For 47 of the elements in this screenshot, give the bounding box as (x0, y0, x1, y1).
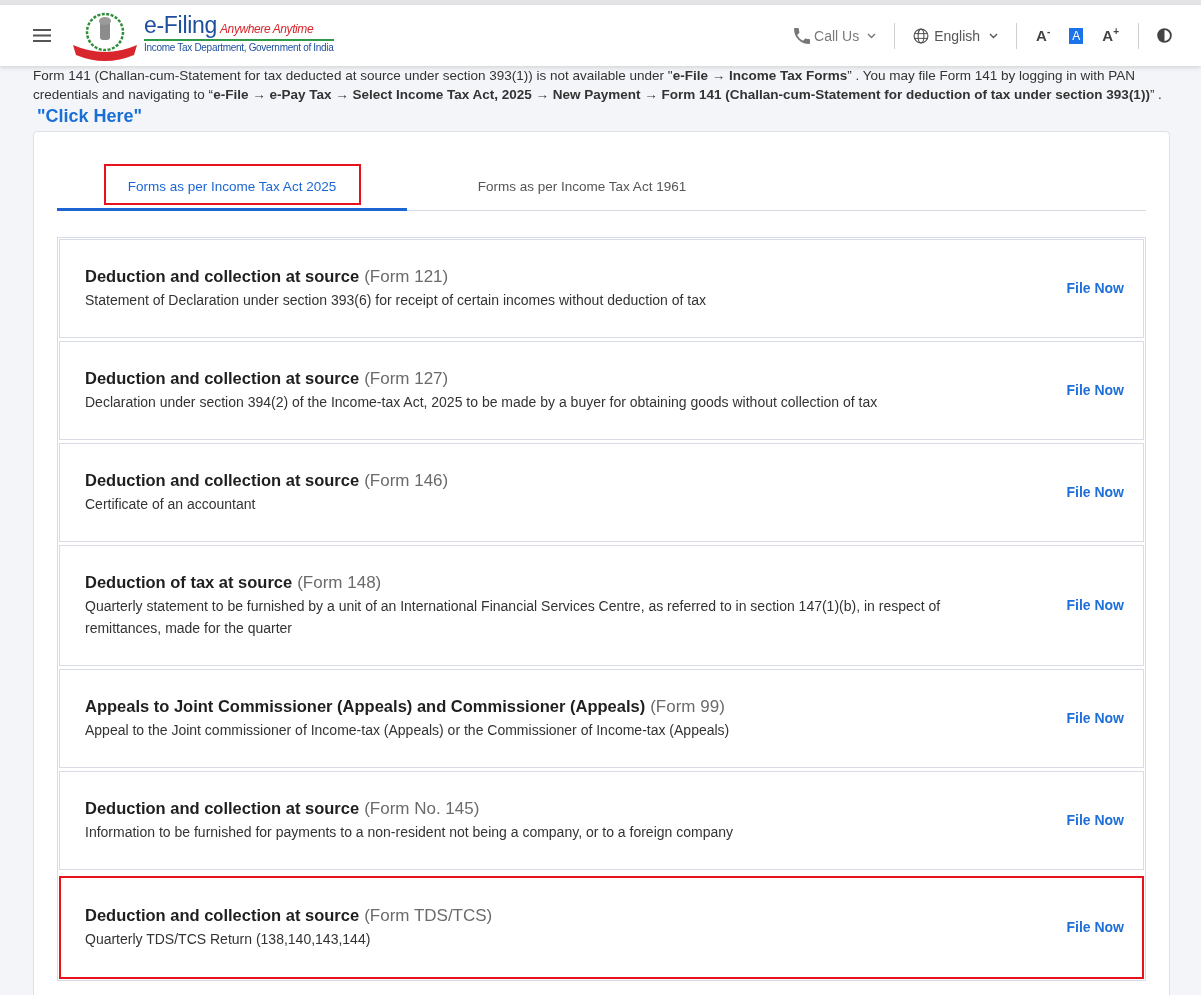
form-description: Quarterly TDS/TCS Return (138,140,143,144) (85, 930, 372, 949)
logo-subtitle: Income Tax Department, Government of India (144, 41, 334, 54)
form-title: Deduction of tax at source (85, 572, 293, 593)
form-title: Appeals to Joint Commissioner (Appeals) and Commissioner (Appeals) (85, 696, 646, 717)
file-now-link[interactable]: File Now (1066, 382, 1124, 398)
file-now-link[interactable]: File Now (1066, 280, 1124, 296)
call-us-button[interactable]: Call Us (794, 27, 877, 44)
menu-icon[interactable] (33, 29, 51, 42)
tab[interactable]: Forms as per Income Tax Act 1961 (407, 164, 757, 211)
form-title: Deduction and collection at source (85, 470, 360, 491)
form-description: Declaration under section 394(2) of the Income-tax Act, 2025 to be made by a buyer for obtaining goods without collection of tax (85, 393, 879, 412)
form-title: Deduction and collection at source (85, 266, 360, 287)
globe-icon (913, 27, 930, 44)
click-here-link[interactable]: "Click Here" (37, 104, 143, 128)
form-title: Deduction and collection at source (85, 905, 360, 926)
file-now-link[interactable]: File Now (1066, 812, 1124, 828)
form-number: (Form 121) (364, 266, 449, 288)
font-size-button[interactable]: A (1069, 27, 1084, 44)
logo-title: e-Filing (144, 13, 217, 38)
form-title: Deduction and collection at source (85, 368, 360, 389)
form-number: (Form No. 145) (364, 798, 480, 820)
tab[interactable]: Forms as per Income Tax Act 2025 (57, 164, 407, 211)
file-now-link[interactable]: File Now (1066, 484, 1124, 500)
file-now-link[interactable]: File Now (1066, 597, 1124, 613)
form-description: Information to be furnished for payments to a non-resident not being a company, or to a foreign company (85, 823, 734, 842)
form-number: (Form 99) (650, 696, 725, 718)
form-number: (Form 146) (364, 470, 449, 492)
form-number: (Form 127) (364, 368, 449, 390)
file-now-link[interactable]: File Now (1066, 710, 1124, 726)
file-now-link[interactable]: File Now (1066, 919, 1124, 935)
phone-icon (794, 27, 811, 44)
form-description: Appeal to the Joint commissioner of Income-tax (Appeals) or the Commissioner of Income-tax (Appeals) (85, 721, 731, 740)
form-description: Certificate of an accountant (85, 495, 257, 514)
font-size-button[interactable]: A$^{+}$ (1101, 26, 1120, 45)
logo-tagline: Anywhere Anytime (220, 22, 314, 36)
chevron-down-icon (867, 32, 877, 39)
font-size-button[interactable]: A$^{-}$ (1035, 26, 1052, 45)
form-number: (Form TDS/TCS) (364, 905, 493, 927)
notice-text: Form 141 (Challan-cum-Statement for tax deducted at source under section 393(1)) is not available under "e-File → Income Tax Forms” . You may file Form 141 by logging in with PAN credentials and navigating to “e-File → e-Pay Tax → Select Income Tax Act, 2025 → New Payment → Form 141 (Challan-cum-Statement for deduction of tax under section 393(1))” . (33, 67, 1163, 104)
form-description: Statement of Declaration under section 393(6) for receipt of certain incomes without deduction of tax (85, 291, 707, 310)
form-description: Quarterly statement to be furnished by a unit of an International Financial Services Centre, as referred to in section 147(1)(b), in respect of remittances, made for the quarter (85, 597, 942, 638)
form-number: (Form 148) (297, 572, 382, 594)
contrast-icon[interactable] (1157, 28, 1172, 43)
chevron-down-icon (989, 32, 999, 39)
emblem-icon (72, 10, 138, 61)
form-title: Deduction and collection at source (85, 798, 360, 819)
language-dropdown[interactable]: English (913, 27, 999, 44)
